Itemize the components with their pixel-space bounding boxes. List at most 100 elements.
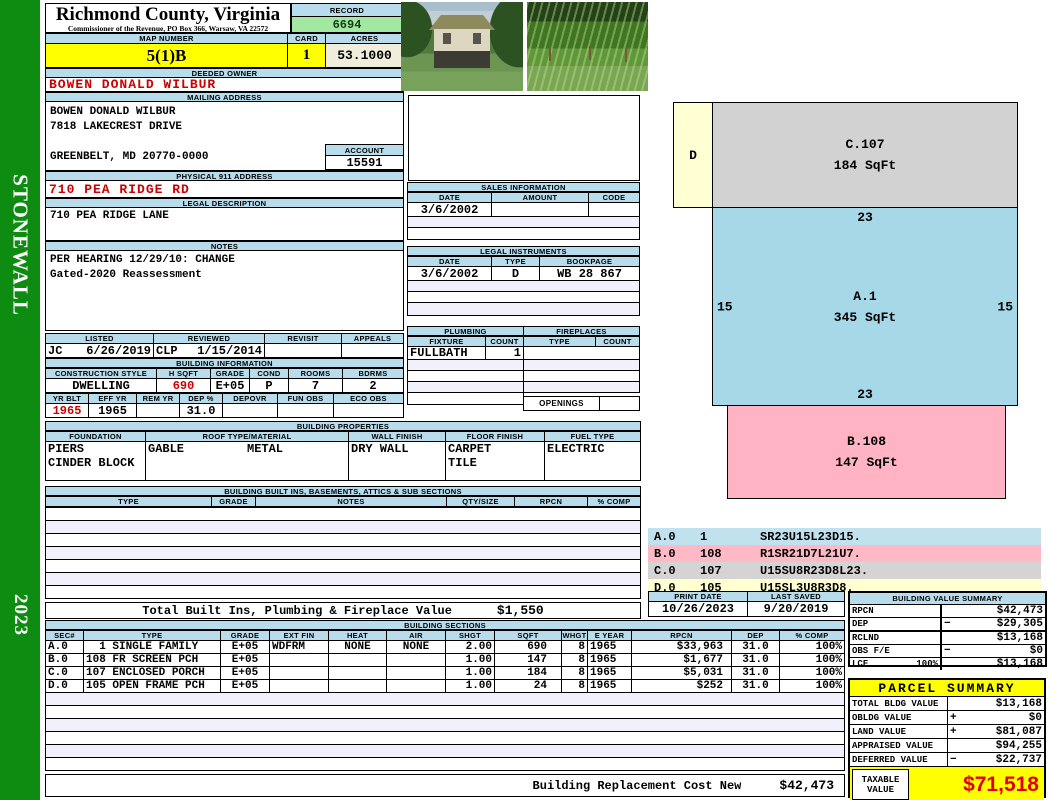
sale-code <box>589 203 639 216</box>
col-label: ROOMS <box>289 369 343 378</box>
col-label: DATE <box>408 257 492 266</box>
col-label: WALL FINISH <box>349 432 446 441</box>
parcel-label: OBLDG VALUE <box>850 711 948 724</box>
vector-sec: C.0 <box>654 563 676 578</box>
sale-date: 3/6/2002 <box>408 203 492 216</box>
notes-box: PER HEARING 12/29/10: CHANGE Gated-2020 … <box>45 250 404 331</box>
legal-instruments-title: LEGAL INSTRUMENTS <box>407 246 640 256</box>
cell: 31.0 <box>732 641 780 653</box>
reviewed-cell: CLP 1/15/2014 <box>154 344 265 357</box>
parcel-row: LAND VALUE + $81,087 <box>850 725 1044 739</box>
cell <box>387 680 446 692</box>
parcel-row: TOTAL BLDG VALUE $13,168 <box>850 697 1044 711</box>
cell: 108 FR SCREEN PCH <box>84 654 221 666</box>
vector-code: 107 <box>700 563 722 578</box>
cell <box>387 654 446 666</box>
parcel-label: LAND VALUE <box>850 725 948 738</box>
parcel-sign: + <box>950 725 957 738</box>
cell: E+05 <box>211 379 250 392</box>
fireplace-empty-row <box>523 346 640 360</box>
cell: 8 <box>562 680 588 692</box>
cell: 7 <box>289 379 343 392</box>
parcel-value: $22,737 <box>995 753 1042 766</box>
cell: 31.0 <box>732 680 780 692</box>
photo-field <box>527 2 648 91</box>
col-label: SEC# <box>46 631 84 640</box>
vector-path: R1SR21D7L21U7. <box>760 546 861 561</box>
cell: 147 <box>495 654 562 666</box>
col-label: GRADE <box>221 631 270 640</box>
cell <box>329 654 387 666</box>
parcel-row: DEFERRED VALUE − $22,737 <box>850 753 1044 767</box>
appeals-label: APPEALS <box>342 334 403 343</box>
dimension-top: 23 <box>857 210 873 225</box>
cell: 1965 <box>588 641 632 653</box>
photo-house <box>401 2 523 91</box>
cell <box>137 404 180 417</box>
parcel-summary-title: PARCEL SUMMARY <box>850 680 1044 697</box>
legal-description-box: 710 PEA RIDGE LANE <box>45 207 404 241</box>
cell <box>334 404 403 417</box>
sketch-section-b: B.108 147 SqFt <box>727 405 1006 499</box>
review-value-row: JC 6/26/2019 CLP 1/15/2014 <box>45 343 404 358</box>
floor-finish-cell: CARPET TILE <box>446 442 545 480</box>
vector-code: 1 <box>700 529 708 544</box>
cell: E+05 <box>221 654 270 666</box>
mailing-line: 7818 LAKECREST DRIVE <box>50 121 183 133</box>
summary-label: RCLND <box>850 632 942 644</box>
cell: $252 <box>632 680 732 692</box>
listed-label: LISTED <box>46 334 154 343</box>
cell: 1.00 <box>446 654 495 666</box>
map-number: 5(1)B <box>45 43 288 68</box>
vector-path: U15SU8R23D8L23. <box>760 563 869 578</box>
col-label: TYPE <box>524 337 596 346</box>
cell: E+05 <box>221 667 270 679</box>
reviewed-label: REVIEWED <box>154 334 265 343</box>
roof-cell: GABLE METAL <box>146 442 349 480</box>
col-label: WHGT <box>562 631 588 640</box>
taxable-value-label: TAXABLE VALUE <box>852 769 909 800</box>
mailing-line: GREENBELT, MD 20770-0000 <box>50 151 209 163</box>
plumbing-count: 1 <box>513 347 521 359</box>
deeded-owner: BOWEN DONALD WILBUR <box>45 77 404 92</box>
building-info-value-row2: 1965 1965 31.0 <box>45 403 404 418</box>
legal-empty-row <box>407 302 640 316</box>
col-label: E YEAR <box>588 631 632 640</box>
county-header-box: Richmond County, Virginia Commissioner o… <box>45 3 291 33</box>
reviewed-date: 1/15/2014 <box>197 344 262 357</box>
cell <box>329 667 387 679</box>
cell: E+05 <box>221 641 270 653</box>
lcf-label: LCF <box>852 659 869 669</box>
parcel-sign: + <box>950 711 957 724</box>
total-built-ins-label: Total Built Ins, Plumbing & Fireplace Va… <box>142 603 452 618</box>
built-ins-header-row: TYPE GRADE NOTES QTY/SIZE RPCN % COMP <box>45 496 641 507</box>
plumbing-row: FULLBATH 1 <box>407 346 524 360</box>
building-value-summary-title: BUILDING VALUE SUMMARY <box>850 593 1045 605</box>
cell: $5,031 <box>632 667 732 679</box>
col-label: CONSTRUCTION STYLE <box>46 369 157 378</box>
summary-sign: − <box>944 645 951 657</box>
summary-row: DEP − $29,305 <box>850 618 1045 631</box>
floor-finish-value: CARPET <box>448 442 492 456</box>
replacement-cost-label: Building Replacement Cost New <box>532 778 742 793</box>
revisit-label: REVISIT <box>265 334 342 343</box>
cell: $33,963 <box>632 641 732 653</box>
building-info-value-row: DWELLING 690 E+05 P 7 2 <box>45 378 404 393</box>
sales-empty-row <box>407 227 640 240</box>
cell <box>223 404 278 417</box>
col-label: BDRMS <box>343 369 403 378</box>
replacement-cost-row: Building Replacement Cost New $42,473 <box>45 774 845 797</box>
col-label: DEPOVR <box>223 394 278 403</box>
col-label: AIR <box>387 631 446 640</box>
col-label: ROOF TYPE/MATERIAL <box>146 432 349 441</box>
col-label: H SQFT <box>157 369 211 378</box>
col-label: NOTES <box>256 497 447 506</box>
vector-sec: A.0 <box>654 529 676 544</box>
last-saved: 9/20/2019 <box>747 601 845 617</box>
listed-cell: JC 6/26/2019 <box>46 344 154 357</box>
note-line: PER HEARING 12/29/10: CHANGE <box>50 254 235 266</box>
cell: 1965 <box>588 654 632 666</box>
note-line: Gated-2020 Reassessment <box>50 269 202 281</box>
taxable-label-line: TAXABLE <box>861 774 900 785</box>
cell: D.0 <box>46 680 84 692</box>
